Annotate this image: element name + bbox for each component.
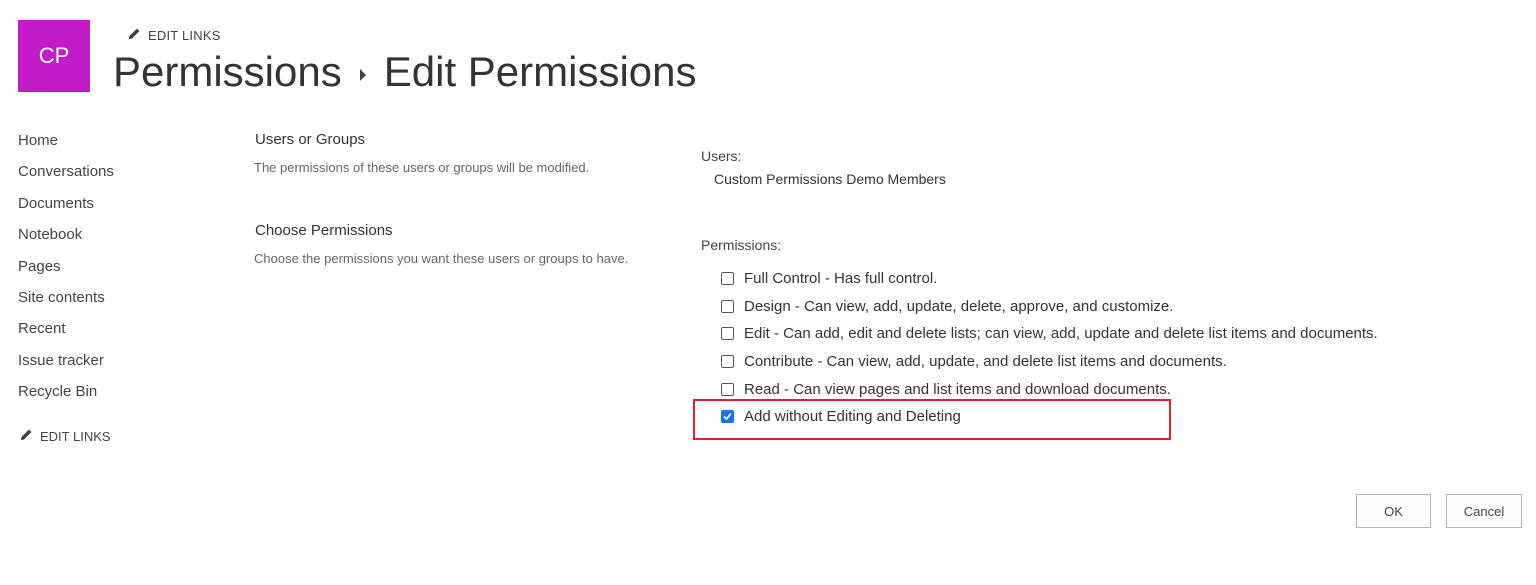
nav-item-issue-tracker[interactable]: Issue tracker bbox=[18, 350, 114, 381]
nav-item-home[interactable]: Home bbox=[18, 130, 114, 161]
permission-label: Read - Can view pages and list items and… bbox=[744, 380, 1171, 398]
permissions-label: Permissions: bbox=[701, 237, 782, 253]
permission-label: Design - Can view, add, update, delete, … bbox=[744, 297, 1174, 315]
page: CP EDIT LINKS Permissions Edit Permissio… bbox=[0, 0, 1536, 585]
choose-permissions-title: Choose Permissions bbox=[255, 222, 393, 239]
breadcrumb-parent[interactable]: Permissions bbox=[113, 48, 342, 96]
ok-button[interactable]: OK bbox=[1356, 494, 1431, 528]
quick-launch-nav: Home Conversations Documents Notebook Pa… bbox=[18, 130, 114, 413]
nav-item-site-contents[interactable]: Site contents bbox=[18, 287, 114, 318]
choose-permissions-description: Choose the permissions you want these us… bbox=[254, 251, 629, 266]
site-logo[interactable]: CP bbox=[18, 20, 90, 92]
breadcrumb-separator-icon bbox=[359, 69, 366, 81]
users-groups-title: Users or Groups bbox=[255, 131, 366, 148]
nav-item-conversations[interactable]: Conversations bbox=[18, 161, 114, 192]
users-value: Custom Permissions Demo Members bbox=[714, 171, 946, 187]
checkbox[interactable] bbox=[721, 355, 734, 369]
permission-label: Full Control - Has full control. bbox=[744, 270, 938, 288]
edit-links-nav[interactable]: EDIT LINKS bbox=[20, 428, 111, 444]
breadcrumb-current: Edit Permissions bbox=[383, 48, 697, 95]
permission-label: Edit - Can add, edit and delete lists; c… bbox=[744, 325, 1378, 343]
permission-label: Contribute - Can view, add, update, and … bbox=[744, 353, 1227, 371]
nav-item-documents[interactable]: Documents bbox=[18, 193, 114, 224]
edit-links-label: EDIT LINKS bbox=[148, 27, 221, 43]
site-logo-text: CP bbox=[38, 43, 70, 68]
users-label: Users: bbox=[701, 148, 742, 164]
nav-item-recycle-bin[interactable]: Recycle Bin bbox=[18, 381, 114, 412]
permission-contribute: Contribute - Can view, add, update, and … bbox=[721, 348, 1378, 376]
checkbox[interactable] bbox=[721, 272, 734, 286]
page-title: Permissions Edit Permissions bbox=[113, 48, 697, 96]
permission-full-control: Full Control - Has full control. bbox=[721, 265, 1378, 293]
users-groups-description: The permissions of these users or groups… bbox=[254, 160, 590, 175]
nav-item-recent[interactable]: Recent bbox=[18, 318, 114, 349]
checkbox[interactable] bbox=[721, 382, 734, 396]
permission-edit: Edit - Can add, edit and delete lists; c… bbox=[721, 320, 1378, 348]
pencil-icon bbox=[20, 428, 33, 444]
checkbox[interactable] bbox=[721, 327, 734, 341]
edit-links-top[interactable]: EDIT LINKS bbox=[128, 27, 221, 43]
checkbox[interactable] bbox=[721, 299, 734, 313]
highlight-annotation bbox=[693, 399, 1171, 440]
nav-item-pages[interactable]: Pages bbox=[18, 256, 114, 287]
nav-item-notebook[interactable]: Notebook bbox=[18, 224, 114, 255]
edit-links-label: EDIT LINKS bbox=[40, 428, 111, 444]
pencil-icon bbox=[128, 27, 141, 43]
permission-design: Design - Can view, add, update, delete, … bbox=[721, 293, 1378, 321]
cancel-button[interactable]: Cancel bbox=[1446, 494, 1522, 528]
